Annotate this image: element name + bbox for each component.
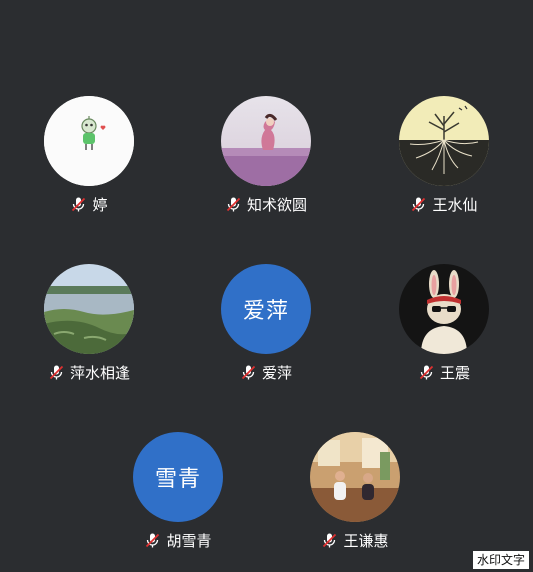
name-row: 爱萍 xyxy=(191,362,341,383)
participant-name: 王谦惠 xyxy=(343,532,389,550)
participant-name: 知术欲圆 xyxy=(246,196,307,214)
cartoon-character-avatar-image xyxy=(44,96,134,186)
people-in-room-avatar-image xyxy=(310,432,400,522)
mic-muted-icon xyxy=(418,364,435,381)
participant-tile[interactable]: 王谦惠 xyxy=(280,432,430,572)
avatar[interactable] xyxy=(221,96,311,186)
mic-muted-icon xyxy=(48,364,65,381)
mic-muted-icon xyxy=(225,196,242,213)
name-row: 王谦惠 xyxy=(280,530,430,551)
mic-muted-icon xyxy=(321,532,338,549)
avatar[interactable] xyxy=(44,264,134,354)
mic-muted-icon xyxy=(70,196,87,213)
watermark: 水印文字 xyxy=(472,551,529,569)
participant-name: 胡雪青 xyxy=(166,532,212,550)
text-avatar[interactable]: 雪青 xyxy=(133,432,223,522)
participant-name: 婷 xyxy=(92,196,108,214)
avatar[interactable] xyxy=(310,432,400,522)
text-avatar[interactable]: 爱萍 xyxy=(221,264,311,354)
name-row: 王水仙 xyxy=(369,194,519,215)
participant-tile[interactable]: 知术欲圆 xyxy=(191,96,341,236)
avatar-text: 雪青 xyxy=(154,467,201,492)
avatar[interactable] xyxy=(399,264,489,354)
participant-name: 萍水相逢 xyxy=(69,364,130,382)
avatar-text: 爱萍 xyxy=(242,299,289,324)
lake-landscape-avatar-image xyxy=(44,264,134,354)
participant-tile[interactable]: 爱萍 爱萍 xyxy=(191,264,341,404)
tree-roots-avatar-image xyxy=(399,96,489,186)
name-row: 知术欲圆 xyxy=(191,194,341,215)
avatar[interactable] xyxy=(44,96,134,186)
mic-muted-icon xyxy=(240,364,257,381)
name-row: 胡雪青 xyxy=(103,530,253,551)
participant-tile[interactable]: 婷 xyxy=(14,96,164,236)
name-row: 婷 xyxy=(14,194,164,215)
participant-name: 爱萍 xyxy=(261,364,292,382)
name-row: 萍水相逢 xyxy=(14,362,164,383)
participant-name: 王水仙 xyxy=(432,196,478,214)
cool-rabbit-avatar-image xyxy=(399,264,489,354)
participant-tile[interactable]: 萍水相逢 xyxy=(14,264,164,404)
mic-muted-icon xyxy=(410,196,427,213)
participant-tile[interactable]: 雪青 胡雪青 xyxy=(103,432,253,572)
name-row: 王震 xyxy=(369,362,519,383)
avatar[interactable] xyxy=(399,96,489,186)
mic-muted-icon xyxy=(144,532,161,549)
woman-in-lavender-field-avatar-image xyxy=(221,96,311,186)
participant-name: 王震 xyxy=(439,364,470,382)
participant-tile[interactable]: 王水仙 xyxy=(369,96,519,236)
participant-tile[interactable]: 王震 xyxy=(369,264,519,404)
